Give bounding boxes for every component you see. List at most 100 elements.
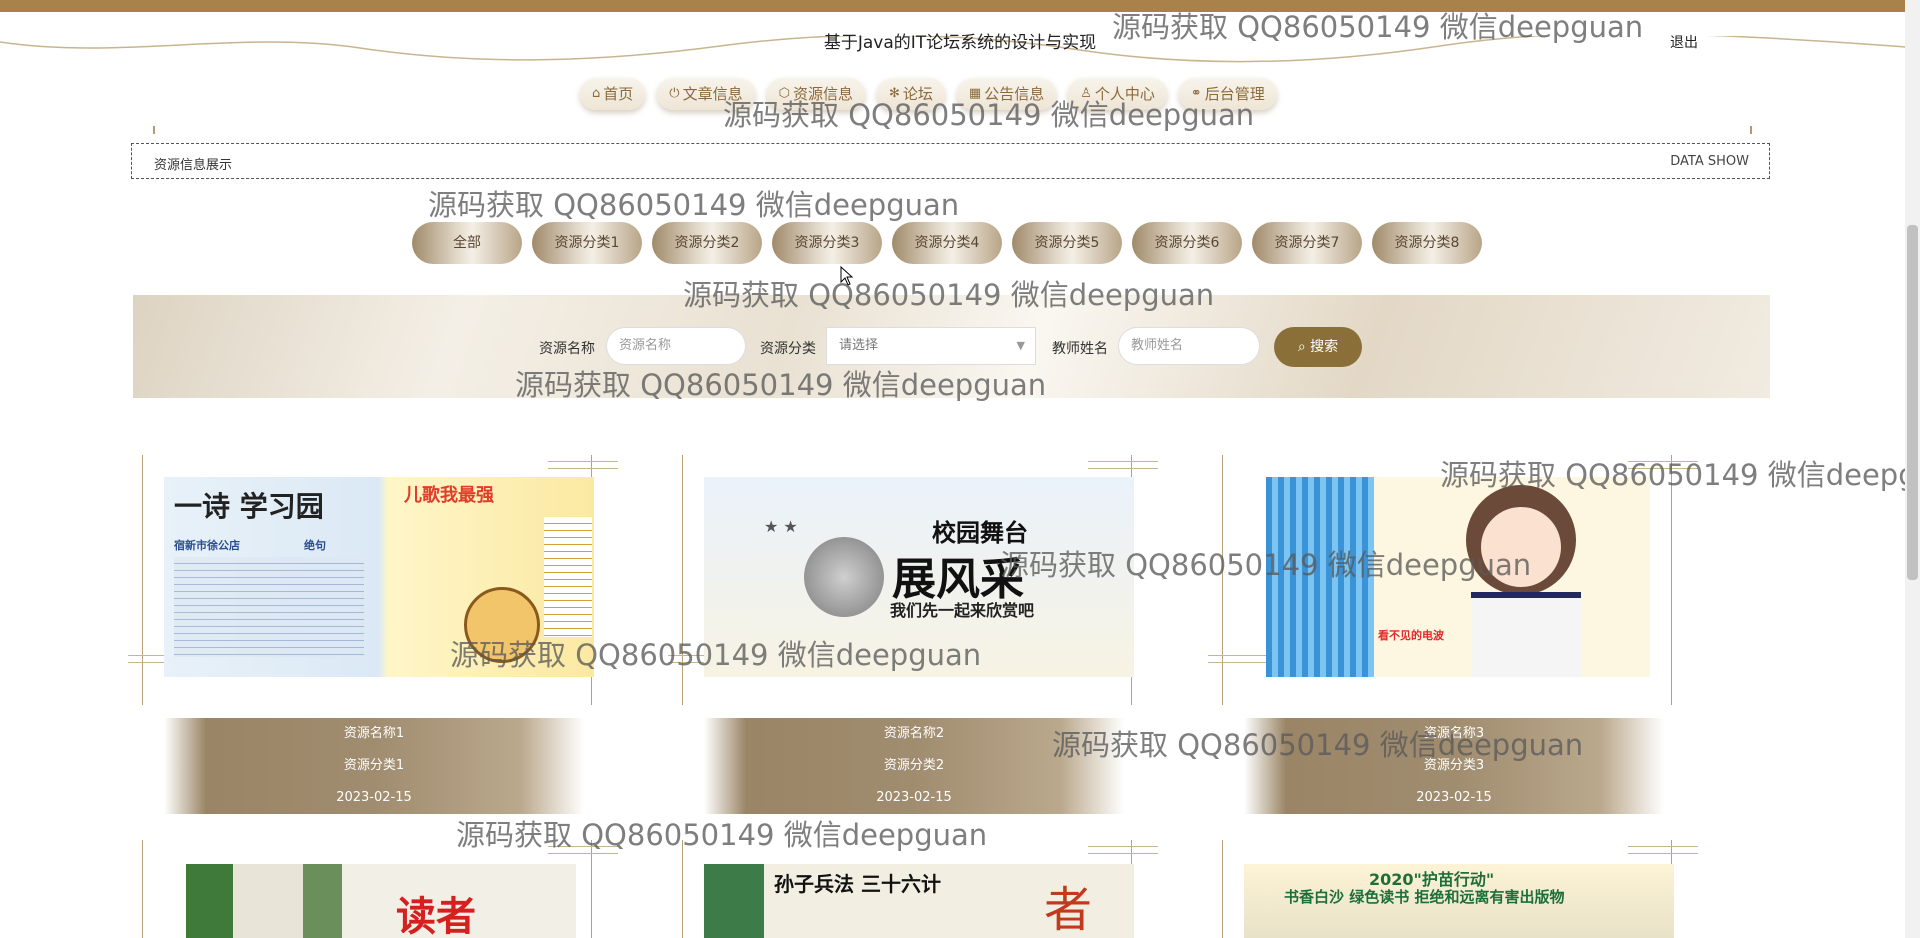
card-name: 资源名称3 [1423, 726, 1485, 741]
category-8[interactable]: 资源分类8 [1372, 222, 1482, 264]
card-corner-line [1088, 846, 1158, 854]
resource-card[interactable]: 孙子兵法 三十六计 者 [674, 840, 1158, 938]
campus-stage-image: 校园舞台 展风采 我们先一起来欣赏吧 ★ ★ [704, 477, 1134, 677]
magazine-cover-image: 看不见的电波 [1266, 477, 1650, 677]
category-filter: 全部 资源分类1 资源分类2 资源分类3 资源分类4 资源分类5 资源分类6 资… [412, 222, 1482, 264]
reading-banner-image: 2020"护苗行动" 书香白沙 绿色读书 拒绝和远离有害出版物 [1244, 864, 1674, 938]
resource-card[interactable]: 看不见的电波 [1208, 455, 1698, 725]
card-name: 资源名称2 [883, 726, 945, 741]
link-icon: ⚭ [1190, 86, 1202, 101]
card-category: 资源分类2 [883, 758, 945, 773]
chevron-down-icon: ▼ [1016, 339, 1025, 352]
nav-label: 后台管理 [1204, 85, 1265, 103]
card-category: 资源分类3 [1423, 758, 1485, 773]
search-button[interactable]: ⌕ 搜索 [1274, 327, 1362, 367]
resource-card[interactable]: 读者 [134, 840, 618, 938]
books-image: 读者 [186, 864, 576, 938]
site-title: 基于Java的IT论坛系统的设计与实现 [823, 33, 1097, 53]
poster-text: 儿歌我最强 [404, 485, 494, 506]
resource-category-label: 资源分类 [760, 341, 816, 357]
category-4[interactable]: 资源分类4 [892, 222, 1002, 264]
card-corner-line [1628, 461, 1698, 469]
poster-text: 绝句 [304, 539, 326, 552]
teacher-name-input[interactable]: 教师姓名 [1118, 327, 1260, 365]
cover-text: 看不见的电波 [1378, 629, 1444, 642]
poster-lines [544, 517, 592, 637]
card-info: 资源名称3 资源分类3 2023-02-15 [1244, 718, 1664, 814]
snowflake-icon: ✻ [888, 86, 900, 101]
book-cover-text: 孙子兵法 三十六计 [774, 872, 941, 896]
search-icon: ⌕ [1297, 339, 1306, 355]
nav-item-articles[interactable]: ⏻ 文章信息 [657, 78, 755, 110]
card-date: 2023-02-15 [1416, 790, 1492, 805]
category-1[interactable]: 资源分类1 [532, 222, 642, 264]
nav-label: 资源信息 [792, 85, 853, 103]
category-select-value: 请选择 [839, 338, 879, 353]
grid-icon: ▦ [968, 86, 982, 101]
banner-text: 书香白沙 绿色读书 拒绝和远离有害出版物 [1284, 888, 1565, 906]
card-info: 资源名称1 资源分类1 2023-02-15 [164, 718, 584, 814]
book-title-graphic: 读者 [396, 894, 476, 938]
card-corner-line [1088, 461, 1158, 469]
character-face [1481, 507, 1561, 587]
poster-heading: 一诗 学习园 [174, 490, 324, 523]
nav-item-profile[interactable]: ♙ 个人中心 [1068, 78, 1167, 110]
nav-item-home[interactable]: ⌂ 首页 [580, 78, 646, 110]
search-button-label: 搜索 [1310, 339, 1339, 355]
cartoon-character [464, 587, 540, 663]
card-date: 2023-02-15 [876, 790, 952, 805]
teacher-name-label: 教师姓名 [1052, 341, 1108, 357]
category-2[interactable]: 资源分类2 [652, 222, 762, 264]
poem-poster-image: 一诗 学习园 宿新市徐公店 绝句 儿歌我最强 [164, 477, 594, 677]
nav-label: 个人中心 [1094, 85, 1155, 103]
logout-link[interactable]: 退出 [1670, 32, 1698, 52]
section-tick-right [1750, 126, 1752, 134]
card-date: 2023-02-15 [336, 790, 412, 805]
globe-graphic [804, 537, 884, 617]
nav-label: 论坛 [902, 85, 933, 103]
category-5[interactable]: 资源分类5 [1012, 222, 1122, 264]
character-body [1471, 592, 1581, 677]
card-category: 资源分类1 [343, 758, 405, 773]
category-3[interactable]: 资源分类3 [772, 222, 882, 264]
power-icon: ⏻ [669, 86, 680, 101]
section-subtitle: DATA SHOW [1670, 154, 1749, 169]
card-info: 资源名称2 资源分类2 2023-02-15 [704, 718, 1124, 814]
category-6[interactable]: 资源分类6 [1132, 222, 1242, 264]
card-corner-line [548, 846, 618, 854]
category-all[interactable]: 全部 [412, 222, 522, 264]
card-name: 资源名称1 [343, 726, 405, 741]
banner-text: 我们先一起来欣赏吧 [890, 601, 1035, 620]
resource-category-select[interactable]: 请选择 ▼ [826, 327, 1036, 365]
scrollbar-thumb[interactable] [1907, 225, 1918, 580]
category-7[interactable]: 资源分类7 [1252, 222, 1362, 264]
section-header: 资源信息展示 DATA SHOW [131, 143, 1770, 179]
card-corner-line [548, 461, 618, 469]
star-icon: ★ ★ [764, 517, 798, 536]
resource-name-input[interactable]: 资源名称 [606, 327, 746, 365]
nav-item-resources[interactable]: ⬡ 资源信息 [766, 78, 865, 110]
section-title: 资源信息展示 [154, 158, 233, 173]
top-accent-bar [0, 0, 1920, 12]
curtain-graphic [1266, 477, 1374, 677]
nav-item-admin[interactable]: ⚭ 后台管理 [1178, 78, 1277, 110]
nav-label: 文章信息 [682, 85, 743, 103]
home-icon: ⌂ [592, 86, 601, 101]
resource-card[interactable]: 一诗 学习园 宿新市徐公店 绝句 儿歌我最强 [128, 455, 618, 725]
user-icon: ♙ [1080, 86, 1092, 101]
poster-lines [174, 557, 364, 657]
nav-item-forum[interactable]: ✻ 论坛 [876, 78, 945, 110]
poster-text: 宿新市徐公店 [174, 539, 240, 552]
art-of-war-image: 孙子兵法 三十六计 者 [704, 864, 1134, 938]
resource-name-label: 资源名称 [539, 341, 595, 357]
main-nav: ⌂ 首页 ⏻ 文章信息 ⬡ 资源信息 ✻ 论坛 ▦ 公告信息 ♙ 个人中心 ⚭ 后台管理 [580, 78, 1277, 114]
cube-icon: ⬡ [778, 86, 790, 101]
resource-card[interactable]: 2020"护苗行动" 书香白沙 绿色读书 拒绝和远离有害出版物 [1214, 840, 1698, 938]
section-tick-left [153, 126, 155, 134]
resource-card[interactable]: 校园舞台 展风采 我们先一起来欣赏吧 ★ ★ [668, 455, 1158, 725]
calligraphy-graphic: 者 [1044, 882, 1093, 938]
nav-label: 公告信息 [984, 85, 1045, 103]
card-corner-line [1628, 846, 1698, 854]
nav-label: 首页 [603, 85, 634, 103]
nav-item-notices[interactable]: ▦ 公告信息 [956, 78, 1057, 110]
